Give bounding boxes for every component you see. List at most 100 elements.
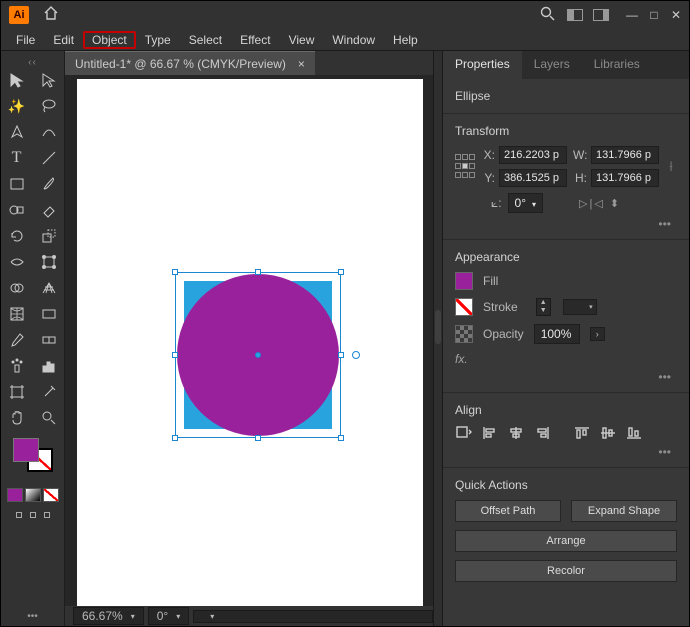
more-options-icon[interactable]: ••• — [455, 445, 677, 459]
search-icon[interactable] — [540, 6, 555, 24]
resize-handle-icon[interactable] — [338, 352, 344, 358]
align-top-icon[interactable] — [573, 425, 591, 441]
edit-toolbar-button[interactable]: ••• — [27, 611, 38, 622]
free-transform-tool[interactable] — [38, 252, 60, 272]
slice-tool[interactable] — [38, 382, 60, 402]
workspace-layout-b-icon[interactable] — [593, 9, 609, 21]
type-tool[interactable]: T — [6, 148, 28, 168]
tab-libraries[interactable]: Libraries — [582, 51, 652, 79]
width-input[interactable]: 131.7966 p — [591, 146, 659, 164]
line-tool[interactable] — [38, 148, 60, 168]
direct-selection-tool[interactable] — [38, 70, 60, 90]
menu-select[interactable]: Select — [180, 31, 231, 49]
x-input[interactable]: 216.2203 p — [499, 146, 567, 164]
document-tab[interactable]: Untitled-1* @ 66.67 % (CMYK/Preview) × — [65, 51, 315, 75]
gradient-mode-icon[interactable] — [25, 488, 41, 502]
resize-handle-icon[interactable] — [255, 435, 261, 441]
shape-builder-tool[interactable] — [6, 278, 28, 298]
menu-view[interactable]: View — [280, 31, 324, 49]
align-hcenter-icon[interactable] — [507, 425, 525, 441]
mesh-tool[interactable] — [6, 304, 28, 324]
window-close-button[interactable]: ✕ — [667, 8, 685, 22]
shaper-tool[interactable] — [6, 200, 28, 220]
pie-widget-icon[interactable] — [352, 351, 360, 359]
magic-wand-tool[interactable]: ✨ — [6, 96, 28, 116]
hand-tool[interactable] — [6, 408, 28, 428]
rotate-view-dropdown[interactable]: 0°▾ — [148, 607, 190, 625]
blend-tool[interactable] — [38, 330, 60, 350]
draw-behind-icon[interactable] — [30, 512, 36, 518]
align-right-icon[interactable] — [533, 425, 551, 441]
panel-handle-icon[interactable]: ‹‹ — [24, 57, 42, 68]
symbol-sprayer-tool[interactable] — [6, 356, 28, 376]
y-input[interactable]: 386.1525 p — [499, 169, 567, 187]
rotate-tool[interactable] — [6, 226, 28, 246]
resize-handle-icon[interactable] — [172, 352, 178, 358]
tab-properties[interactable]: Properties — [443, 51, 522, 79]
draw-normal-icon[interactable] — [16, 512, 22, 518]
resize-handle-icon[interactable] — [172, 269, 178, 275]
zoom-tool[interactable] — [38, 408, 60, 428]
flip-buttons[interactable]: ▷|◁ ⬍ — [579, 197, 621, 210]
paintbrush-tool[interactable] — [38, 174, 60, 194]
menu-object[interactable]: Object — [83, 31, 136, 49]
arrange-button[interactable]: Arrange — [455, 530, 677, 552]
more-options-icon[interactable]: ••• — [455, 370, 677, 384]
fill-swatch[interactable] — [13, 438, 39, 462]
scale-tool[interactable] — [38, 226, 60, 246]
reference-point-picker[interactable] — [455, 154, 475, 180]
zoom-level-dropdown[interactable]: 66.67%▾ — [73, 607, 144, 625]
menu-edit[interactable]: Edit — [44, 31, 83, 49]
offset-path-button[interactable]: Offset Path — [455, 500, 561, 522]
center-point-icon[interactable] — [255, 352, 261, 358]
selection-bounding-box[interactable] — [175, 272, 341, 438]
workspace-layout-a-icon[interactable] — [567, 9, 583, 21]
align-left-icon[interactable] — [481, 425, 499, 441]
menu-effect[interactable]: Effect — [231, 31, 279, 49]
stroke-color-chip[interactable] — [455, 298, 473, 316]
eraser-tool[interactable] — [38, 200, 60, 220]
resize-handle-icon[interactable] — [255, 269, 261, 275]
menu-window[interactable]: Window — [323, 31, 384, 49]
eyedropper-tool[interactable] — [6, 330, 28, 350]
opacity-input[interactable]: 100% — [534, 324, 580, 344]
tab-layers[interactable]: Layers — [522, 51, 582, 79]
column-graph-tool[interactable] — [38, 356, 60, 376]
gradient-tool[interactable] — [38, 304, 60, 324]
fill-stroke-swatch[interactable] — [13, 438, 53, 474]
align-vcenter-icon[interactable] — [599, 425, 617, 441]
artboard-tool[interactable] — [6, 382, 28, 402]
selection-tool[interactable] — [6, 70, 28, 90]
color-mode-icon[interactable] — [7, 488, 23, 502]
rectangle-tool[interactable] — [6, 174, 28, 194]
recolor-button[interactable]: Recolor — [455, 560, 677, 582]
opacity-chip-icon[interactable] — [455, 325, 473, 343]
artboard-nav-dropdown[interactable]: ▾ — [193, 610, 433, 623]
panel-splitter[interactable] — [433, 51, 443, 626]
lasso-tool[interactable] — [38, 96, 60, 116]
perspective-grid-tool[interactable] — [38, 278, 60, 298]
canvas[interactable] — [65, 75, 433, 606]
menu-help[interactable]: Help — [384, 31, 427, 49]
draw-inside-icon[interactable] — [44, 512, 50, 518]
window-minimize-button[interactable]: — — [623, 8, 641, 22]
stroke-weight-stepper[interactable]: ▲▼ — [536, 298, 551, 316]
rotate-angle-dropdown[interactable]: 0°▾ — [508, 193, 544, 213]
window-maximize-button[interactable]: □ — [645, 8, 663, 22]
align-bottom-icon[interactable] — [625, 425, 643, 441]
stroke-weight-dropdown[interactable]: ▾ — [563, 299, 597, 315]
link-wh-icon[interactable]: ⟊ — [665, 158, 677, 175]
resize-handle-icon[interactable] — [338, 269, 344, 275]
fill-color-chip[interactable] — [455, 272, 473, 290]
height-input[interactable]: 131.7966 p — [591, 169, 659, 187]
none-mode-icon[interactable] — [43, 488, 59, 502]
home-icon[interactable] — [43, 6, 59, 25]
resize-handle-icon[interactable] — [172, 435, 178, 441]
pen-tool[interactable] — [6, 122, 28, 142]
expand-shape-button[interactable]: Expand Shape — [571, 500, 677, 522]
close-tab-icon[interactable]: × — [298, 57, 305, 71]
opacity-expand-button[interactable]: › — [590, 327, 605, 341]
menu-file[interactable]: File — [7, 31, 44, 49]
align-to-dropdown[interactable] — [455, 425, 473, 441]
more-options-icon[interactable]: ••• — [455, 217, 677, 231]
